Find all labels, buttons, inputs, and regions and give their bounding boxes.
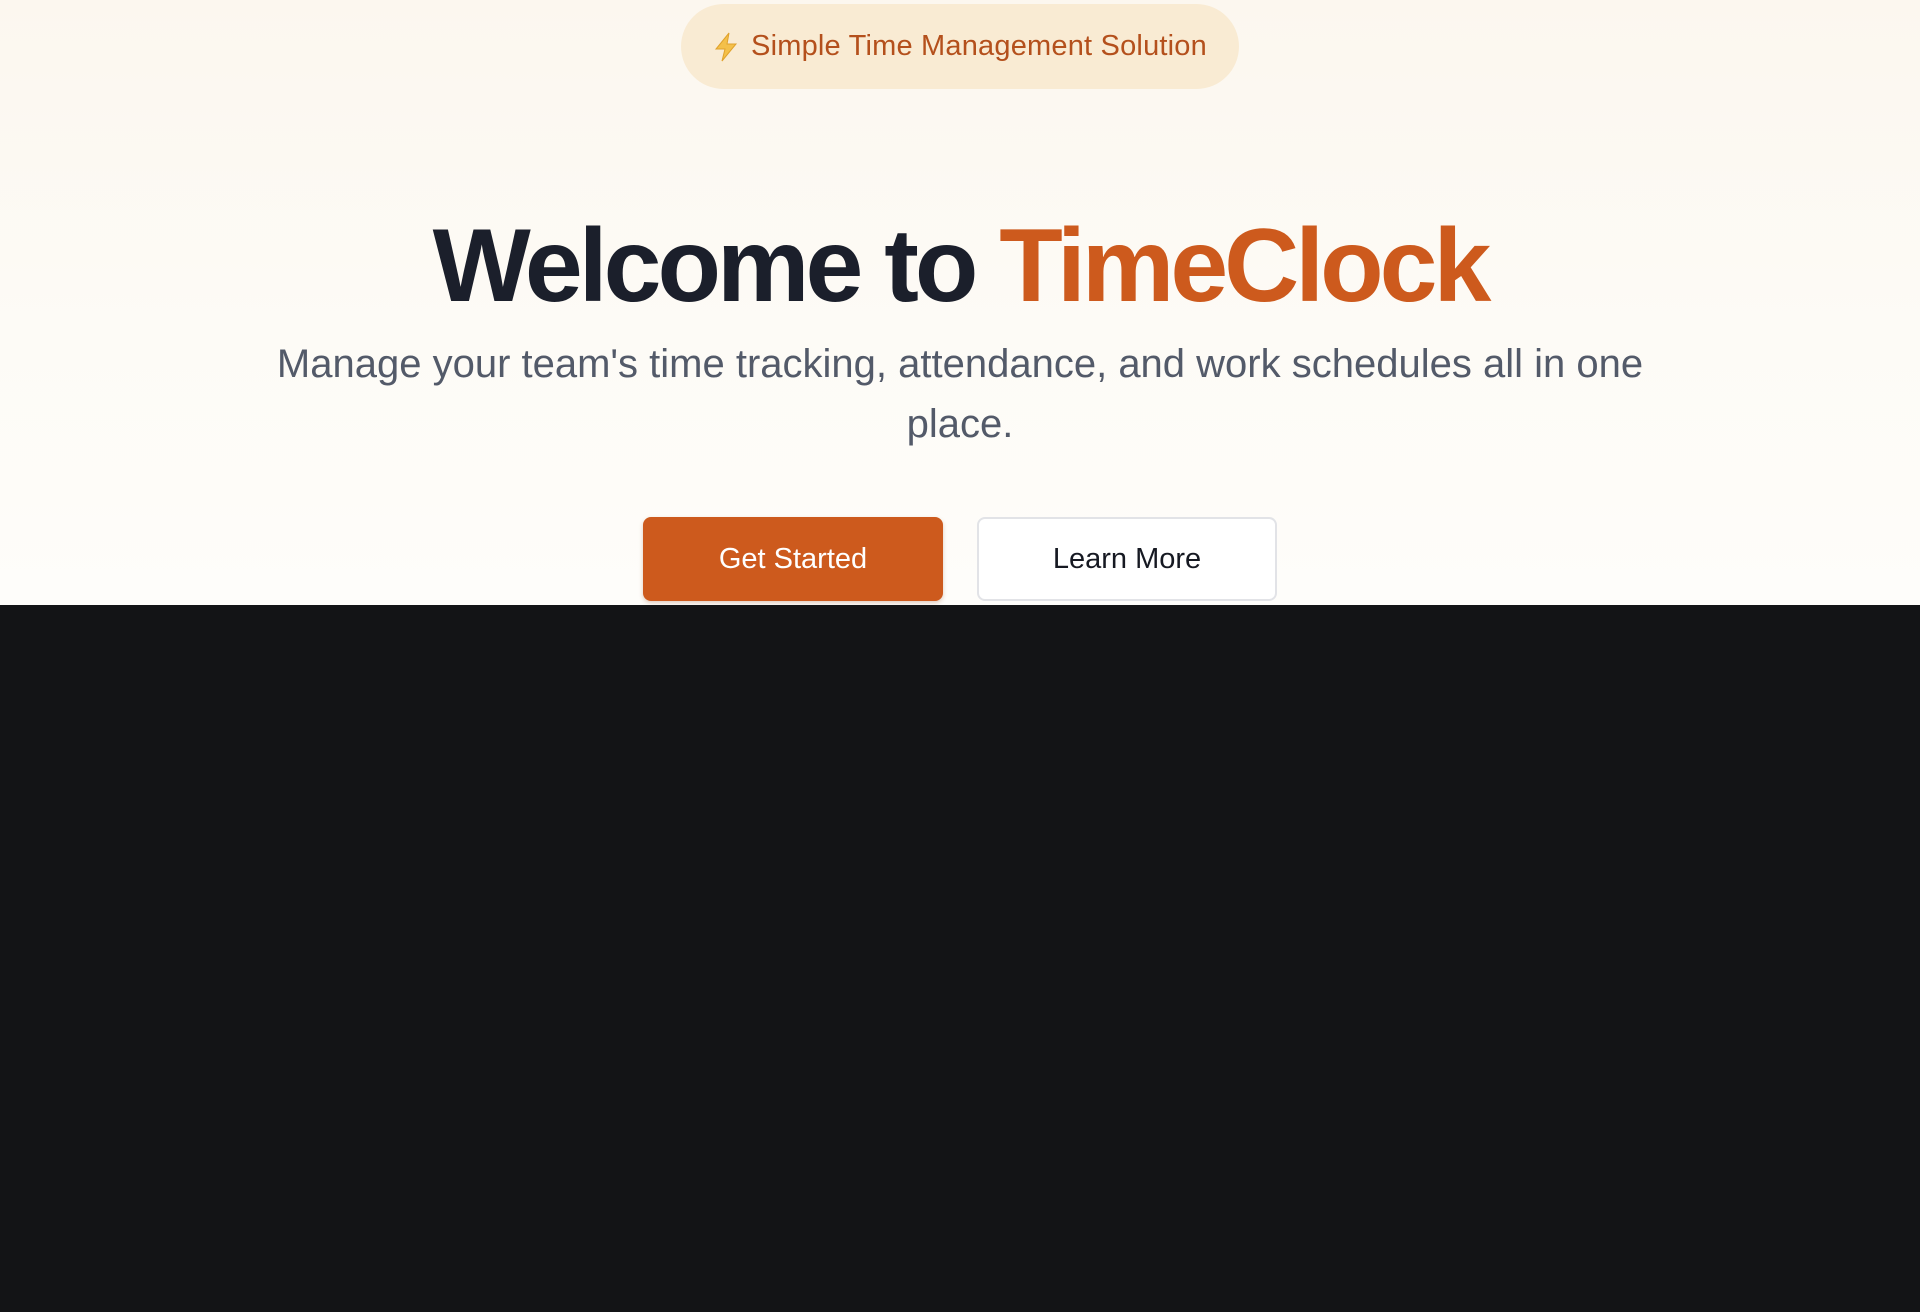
tagline-badge-text: Simple Time Management Solution — [751, 30, 1207, 62]
page: Simple Time Management Solution Welcome … — [0, 0, 1920, 1312]
page-title-prefix: Welcome to — [432, 207, 979, 324]
page-title-brand: TimeClock — [999, 207, 1491, 324]
tagline-badge: Simple Time Management Solution — [681, 4, 1239, 89]
dark-background-section — [0, 605, 1920, 1312]
hero-subtitle: Manage your team's time tracking, attend… — [276, 342, 1644, 446]
get-started-button[interactable]: Get Started — [643, 517, 943, 601]
lightning-bolt-icon — [713, 32, 739, 62]
page-title: Welcome to TimeClock — [0, 206, 1920, 326]
learn-more-button[interactable]: Learn More — [977, 517, 1277, 601]
hero-section: Simple Time Management Solution Welcome … — [0, 0, 1920, 605]
